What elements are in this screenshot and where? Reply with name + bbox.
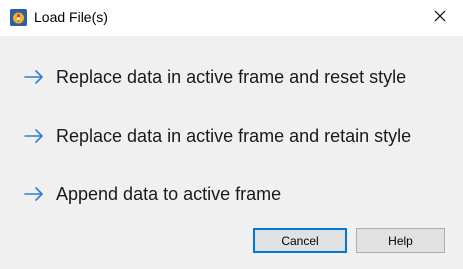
help-button[interactable]: Help <box>356 228 445 253</box>
option-replace-reset-style[interactable]: Replace data in active frame and reset s… <box>24 66 406 88</box>
option-label: Replace data in active frame and reset s… <box>56 67 407 87</box>
app-icon <box>10 9 27 26</box>
option-append-data[interactable]: Append data to active frame <box>24 183 281 205</box>
window-title: Load File(s) <box>34 9 108 25</box>
arrow-right-icon <box>24 185 44 203</box>
arrow-right-icon <box>24 127 44 145</box>
close-icon <box>434 9 446 27</box>
cancel-button[interactable]: Cancel <box>253 228 347 253</box>
arrow-right-icon <box>24 68 44 86</box>
title-bar: Load File(s) <box>0 0 463 36</box>
option-label: Replace data in active frame and retain … <box>56 126 412 146</box>
close-button[interactable] <box>417 0 463 36</box>
load-files-dialog: Load File(s) Replace data in active fram… <box>0 0 463 269</box>
option-replace-retain-style[interactable]: Replace data in active frame and retain … <box>24 125 411 147</box>
option-label: Append data to active frame <box>56 184 282 204</box>
